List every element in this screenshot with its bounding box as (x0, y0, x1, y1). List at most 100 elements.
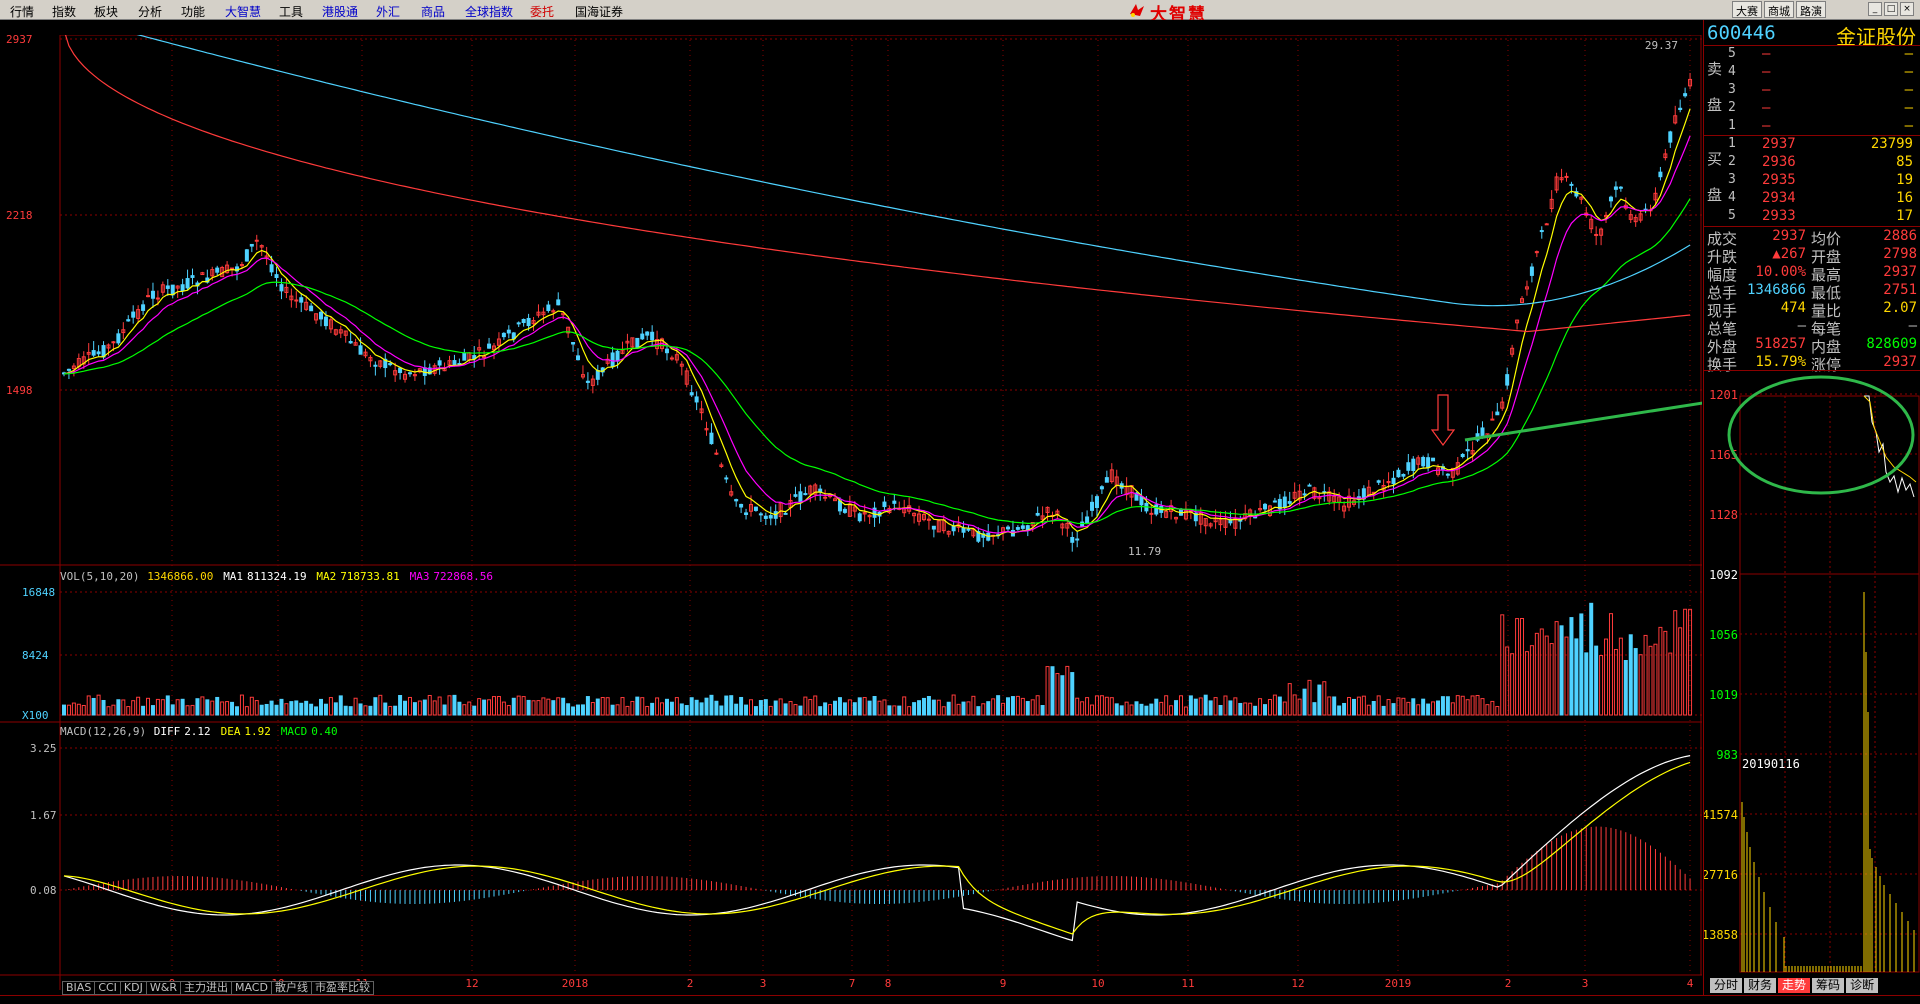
volume-bar (1282, 701, 1287, 716)
indicator-tab[interactable]: W&R (145, 981, 181, 995)
menu-item[interactable]: 国海证券 (575, 3, 623, 20)
menu-item[interactable]: 商品 (421, 3, 445, 20)
toolbar-button[interactable]: 商城 (1764, 1, 1794, 18)
close-icon[interactable]: × (1900, 2, 1914, 16)
stat-row: 升跌 ▲267 开盘 2798 (1704, 246, 1920, 266)
orderbook-row[interactable]: 1 — — (1724, 118, 1919, 136)
candle-body (664, 348, 669, 354)
volume-bar (852, 702, 857, 716)
volume-bar (1109, 697, 1114, 716)
volume-bar (1485, 704, 1490, 716)
volume-bar (121, 699, 126, 716)
volume-bar (284, 703, 289, 716)
volume-bar (1114, 703, 1119, 716)
volume-bar (1673, 610, 1678, 716)
candle-body (1035, 512, 1040, 516)
orderbook-volume: — (1904, 100, 1913, 116)
orderbook-row[interactable]: 1 2937 23799 (1724, 136, 1919, 154)
orderbook-row[interactable]: 5 — — (1724, 46, 1919, 64)
orderbook-row[interactable]: 4 — — (1724, 64, 1919, 82)
menu-item[interactable]: 委托 (530, 3, 554, 20)
volume-bar (1465, 699, 1470, 716)
menu-item[interactable]: 行情 (10, 3, 34, 20)
candle-body (798, 491, 803, 503)
volume-bar (274, 704, 279, 716)
volume-bar (1347, 696, 1352, 716)
volume-bar (758, 700, 763, 716)
volume-bar (1579, 613, 1584, 716)
menu-item[interactable]: 指数 (52, 3, 76, 20)
menu-item[interactable]: 工具 (279, 3, 303, 20)
volume-bar (1421, 698, 1426, 716)
volume-bar (111, 704, 116, 716)
orderbook-row[interactable]: 2 2936 85 (1724, 154, 1919, 172)
indicator-tab[interactable]: KDJ (119, 981, 147, 995)
view-tab[interactable]: 分时 (1710, 978, 1743, 993)
indicator-tab[interactable]: MACD (230, 981, 272, 995)
view-tab[interactable]: 财务 (1744, 978, 1777, 993)
volume-bar (309, 703, 314, 716)
view-tab[interactable]: 筹码 (1812, 978, 1845, 993)
indicator-tab[interactable]: BIAS (62, 981, 96, 995)
stat-value: 474 (1780, 300, 1806, 316)
toolbar-button[interactable]: 大赛 (1732, 1, 1762, 18)
menu-item[interactable]: 分析 (138, 3, 162, 20)
volume-bar (1505, 646, 1510, 716)
volume-bar (1085, 697, 1090, 716)
menu-item[interactable]: 外汇 (376, 3, 400, 20)
volume-bar (571, 706, 576, 716)
volume-bar (1035, 695, 1040, 716)
volume-bar (447, 695, 452, 716)
volume-bar (1510, 653, 1515, 716)
volume-bar (655, 697, 660, 716)
indicator-tab[interactable]: 市盈率比较 (310, 981, 374, 995)
volume-bar (1193, 698, 1198, 716)
volume-bar (1658, 626, 1663, 716)
candle-body (1391, 477, 1396, 485)
orderbook-volume: 19 (1896, 172, 1913, 188)
intraday-mini-chart[interactable]: 1201116511281092105610199834157427716138… (1704, 372, 1920, 984)
candle-body (645, 331, 650, 336)
candle-body (1401, 473, 1406, 477)
menu-item[interactable]: 大智慧 (225, 3, 261, 20)
volume-bar (788, 701, 793, 716)
volume-bar (1094, 695, 1099, 716)
orderbook-row[interactable]: 5 2933 17 (1724, 208, 1919, 226)
volume-bar (748, 699, 753, 716)
stat-row: 成交 2937 均价 2886 (1704, 228, 1920, 248)
volume-bar (739, 696, 744, 716)
indicator-tab[interactable]: 散户线 (270, 981, 312, 995)
volume-bar (709, 694, 714, 716)
candle-body (1302, 493, 1307, 496)
orderbook-row[interactable]: 3 2935 19 (1724, 172, 1919, 190)
volume-bar (1159, 701, 1164, 716)
menu-item[interactable]: 功能 (181, 3, 205, 20)
volume-bar (1435, 700, 1440, 716)
volume-bar (699, 702, 704, 716)
stat-row: 幅度 10.00% 最高 2937 (1704, 264, 1920, 284)
menu-item[interactable]: 板块 (94, 3, 118, 20)
view-tab[interactable]: 诊断 (1846, 978, 1879, 993)
menu-item[interactable]: 全球指数 (465, 3, 513, 20)
kline-chart[interactable]: 2937 2218 1498 16848 8424 X100 3.25 1.67 0.08 9 10… (0, 35, 1702, 990)
orderbook-row[interactable]: 2 — — (1724, 100, 1919, 118)
indicator-tab[interactable]: CCI (94, 981, 121, 995)
volume-bar (1475, 694, 1480, 716)
minimize-icon[interactable]: _ (1868, 2, 1882, 16)
volume-bar (1297, 698, 1302, 716)
menu-item[interactable]: 港股通 (322, 3, 358, 20)
orderbook-volume: 85 (1896, 154, 1913, 170)
volume-bar (1188, 695, 1193, 716)
time-axis-label: 11 (1181, 977, 1194, 990)
volume-bar (640, 697, 645, 716)
view-tab[interactable]: 走势 (1778, 978, 1811, 993)
toolbar-button[interactable]: 路演 (1796, 1, 1826, 18)
volume-bar (615, 704, 620, 716)
indicator-tab[interactable]: 主力进出 (179, 981, 232, 995)
candle-body (1505, 374, 1510, 386)
orderbook-row[interactable]: 3 — — (1724, 82, 1919, 100)
orderbook-row[interactable]: 4 2934 16 (1724, 190, 1919, 208)
stat-value: 2937 (1772, 228, 1806, 244)
restore-icon[interactable]: □ (1884, 2, 1898, 16)
volume-bar (1119, 705, 1124, 716)
